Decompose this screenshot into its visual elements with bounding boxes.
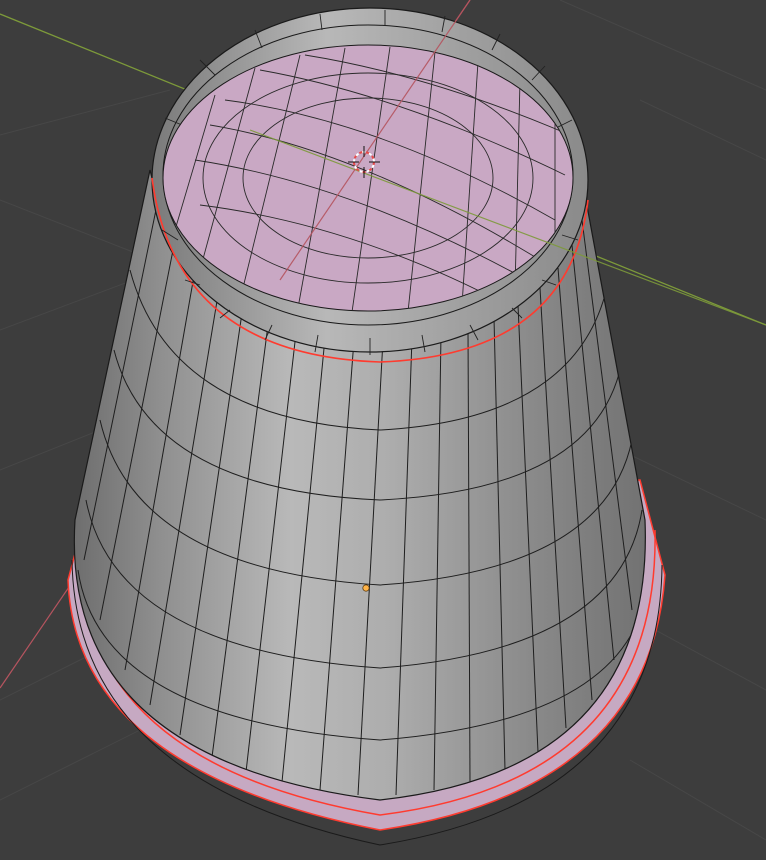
- 3d-viewport[interactable]: [0, 0, 766, 860]
- object-origin-icon[interactable]: [362, 584, 370, 592]
- selected-top-face[interactable]: [162, 44, 574, 312]
